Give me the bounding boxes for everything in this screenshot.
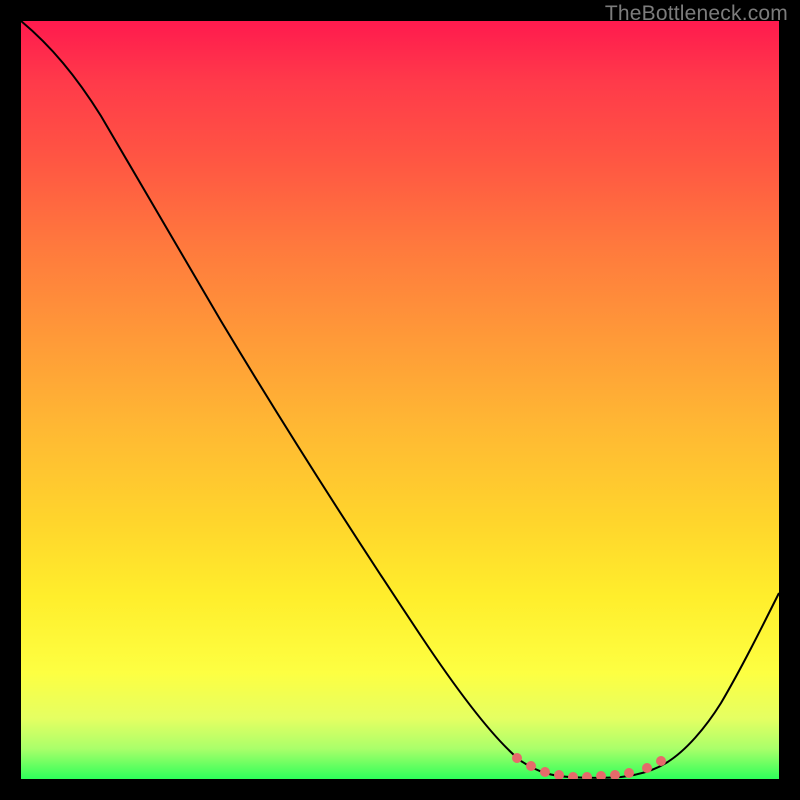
marker-dot — [540, 767, 550, 777]
bottleneck-curve — [21, 21, 779, 778]
chart-frame — [21, 21, 779, 779]
marker-dot — [610, 770, 620, 779]
marker-dot — [624, 768, 634, 778]
marker-dot — [596, 771, 606, 779]
marker-dot — [656, 756, 666, 766]
chart-plot — [21, 21, 779, 779]
marker-dot — [642, 763, 652, 773]
marker-dot — [526, 761, 536, 771]
marker-dot — [554, 770, 564, 779]
marker-group — [512, 753, 666, 779]
marker-dot — [582, 772, 592, 779]
marker-dot — [512, 753, 522, 763]
watermark-text: TheBottleneck.com — [605, 2, 788, 26]
marker-dot — [568, 772, 578, 779]
